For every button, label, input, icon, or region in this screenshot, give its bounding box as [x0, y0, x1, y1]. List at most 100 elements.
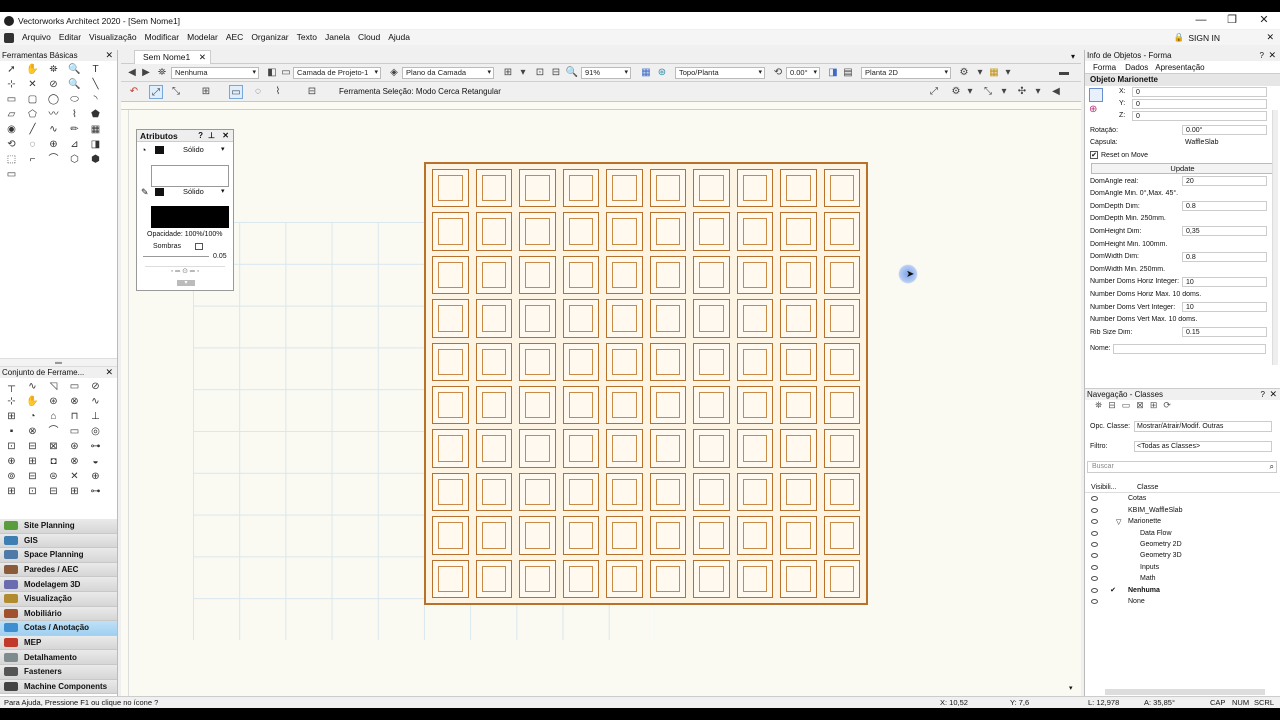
tool-icon[interactable]: ⊟	[25, 440, 40, 453]
tool-icon[interactable]: ⊕	[4, 455, 19, 468]
tool-icon[interactable]: ⬟	[88, 108, 103, 121]
x-field[interactable]: 0	[1132, 87, 1267, 97]
tool-icon[interactable]: 〰	[46, 108, 61, 121]
pen-style-dropdown[interactable]: Sólido	[183, 187, 204, 196]
tool-icon[interactable]: ◎	[88, 425, 103, 438]
scroll-down-icon[interactable]: ▾	[1069, 684, 1073, 692]
lasso-icon[interactable]: ◌	[251, 85, 265, 99]
class-row[interactable]: Math	[1085, 573, 1280, 584]
tab-dados[interactable]: Dados	[1125, 61, 1148, 73]
symbols-icon[interactable]: ⟳	[1163, 400, 1171, 414]
menu-organizar[interactable]: Organizar	[247, 30, 292, 45]
tool-icon[interactable]: ⊟	[46, 485, 61, 498]
tool-icon[interactable]: ⬚	[4, 153, 19, 166]
parameter-value-field[interactable]: 0.8	[1182, 251, 1267, 262]
polygon-marquee-icon[interactable]: ⌇	[271, 85, 285, 99]
tool-icon[interactable]: ⊞	[67, 485, 82, 498]
tool-icon[interactable]: ⌒	[46, 425, 61, 438]
tool-icon[interactable]: ⊟	[25, 470, 40, 483]
tool-icon[interactable]: ✋	[25, 63, 40, 76]
tool-icon[interactable]: ∿	[46, 123, 61, 136]
tool-icon[interactable]: ⌐	[25, 153, 40, 166]
tool-icon[interactable]: ⊹	[4, 78, 19, 91]
class-list-hscrollbar[interactable]	[1105, 689, 1265, 695]
toolset-item[interactable]: Modelagem 3D	[0, 577, 117, 592]
visibility-eye-icon[interactable]	[1091, 598, 1098, 604]
anchor-point-icon[interactable]	[1089, 88, 1103, 102]
tool-icon[interactable]: ▭	[67, 380, 82, 393]
render-mode-dropdown[interactable]: Planta 2D	[861, 67, 951, 79]
tool-icon[interactable]: ➚	[4, 63, 19, 76]
arrowheads-row[interactable]: ◦ ═ ⊙ ═ ◦	[145, 266, 225, 275]
doc-close-icon[interactable]: ✕	[1266, 32, 1274, 43]
pen-color-swatch[interactable]	[155, 188, 164, 196]
menu-visualizacao[interactable]: Visualização	[85, 30, 141, 45]
tool-icon[interactable]: ▭	[4, 168, 19, 181]
class-row[interactable]: ✔ Nenhuma	[1085, 584, 1280, 595]
class-row[interactable]: None	[1085, 596, 1280, 607]
menu-arquivo[interactable]: Arquivo	[18, 30, 55, 45]
class-column-header[interactable]: Classe	[1115, 483, 1158, 492]
expand-toggle-icon[interactable]: ▽	[1116, 518, 1128, 526]
tool-icon[interactable]: ⊹	[4, 395, 19, 408]
tool-icon[interactable]: ⊡	[4, 440, 19, 453]
document-tab[interactable]: Sem Nome1 ✕	[134, 50, 211, 64]
menu-modificar[interactable]: Modificar	[141, 30, 183, 45]
line-weight-value[interactable]: 0.05	[213, 253, 227, 260]
tool-icon[interactable]: T	[88, 63, 103, 76]
tool-icon[interactable]: ╱	[25, 123, 40, 136]
maximize-button[interactable]: ❐	[1217, 12, 1247, 29]
interactive-scaling-icon[interactable]: ⊞	[199, 85, 213, 99]
tool-icon[interactable]: ⊞	[4, 485, 19, 498]
tool-icon[interactable]: ◒	[88, 455, 103, 468]
waffle-slab-object[interactable]	[424, 162, 868, 605]
view-options-chevron-icon[interactable]: ▾	[516, 66, 530, 80]
sign-in-button[interactable]: 🔒 SIGN IN	[1174, 32, 1220, 43]
tool-icon[interactable]: ▱	[4, 108, 19, 121]
tab-forma[interactable]: Forma	[1091, 61, 1119, 73]
fill-chevron-icon[interactable]: ▾	[221, 145, 225, 153]
snapping-gear-icon[interactable]: ⚙	[949, 85, 963, 99]
viewbar-settings-icon[interactable]: ▬	[1057, 66, 1071, 80]
minimize-button[interactable]: —	[1186, 12, 1216, 29]
tool-icon[interactable]: ◉	[4, 123, 19, 136]
update-button[interactable]: Update	[1091, 162, 1274, 174]
drawing-canvas[interactable]	[129, 110, 1073, 700]
close-icon[interactable]: ✕	[222, 130, 229, 142]
toolset-item[interactable]: Space Planning	[0, 548, 117, 563]
filter-dropdown[interactable]: <Todas as Classes>	[1134, 441, 1272, 453]
pin-icon[interactable]: ⊥	[208, 130, 215, 142]
pen-preview[interactable]	[151, 206, 229, 228]
menu-modelar[interactable]: Modelar	[183, 30, 222, 45]
tool-icon[interactable]: ⊚	[4, 470, 19, 483]
tool-icon[interactable]: ⊗	[67, 455, 82, 468]
tool-icon[interactable]: ⊞	[25, 455, 40, 468]
rotation-field[interactable]: 0.00°	[1182, 125, 1267, 136]
collapse-chevron-icon[interactable]: ▾	[177, 280, 195, 286]
visibility-eye-icon[interactable]	[1091, 564, 1098, 570]
class-row[interactable]: Data Flow	[1085, 527, 1280, 538]
toolset-item[interactable]: Site Planning	[0, 519, 117, 534]
help-icon[interactable]: ?	[198, 130, 203, 142]
fill-style-dropdown[interactable]: Sólido	[183, 145, 204, 154]
menu-cloud[interactable]: Cloud	[354, 30, 384, 45]
snap-loupe-icon[interactable]: ⤢	[927, 85, 941, 99]
tool-icon[interactable]: ⬠	[25, 108, 40, 121]
parameter-value-field[interactable]: 0.15	[1182, 327, 1267, 338]
snap-constraints-chevron-icon[interactable]: ▾	[1031, 85, 1045, 99]
snap-mode-chevron-icon[interactable]: ▾	[997, 85, 1011, 99]
tool-icon[interactable]: ⛯	[46, 63, 61, 76]
toolset-item[interactable]: Visualização	[0, 591, 117, 607]
class-options-dropdown[interactable]: Mostrar/Atrair/Modif. Outras	[1134, 420, 1272, 432]
tab-dropdown-icon[interactable]: ▾	[1071, 52, 1075, 61]
tool-icon[interactable]: ⊗	[67, 395, 82, 408]
close-icon[interactable]: ✕	[105, 50, 113, 61]
tool-icon[interactable]: ⊘	[46, 78, 61, 91]
menu-aec[interactable]: AEC	[222, 30, 247, 45]
close-button[interactable]: ✕	[1249, 12, 1279, 29]
flyover-icon[interactable]: ◨	[826, 66, 840, 80]
tool-icon[interactable]: ⊛	[46, 395, 61, 408]
active-plane-dropdown[interactable]: Plano da Camada	[402, 67, 494, 79]
obj-info-scrollbar[interactable]	[1272, 110, 1278, 365]
search-input[interactable]: Buscar	[1092, 463, 1114, 470]
